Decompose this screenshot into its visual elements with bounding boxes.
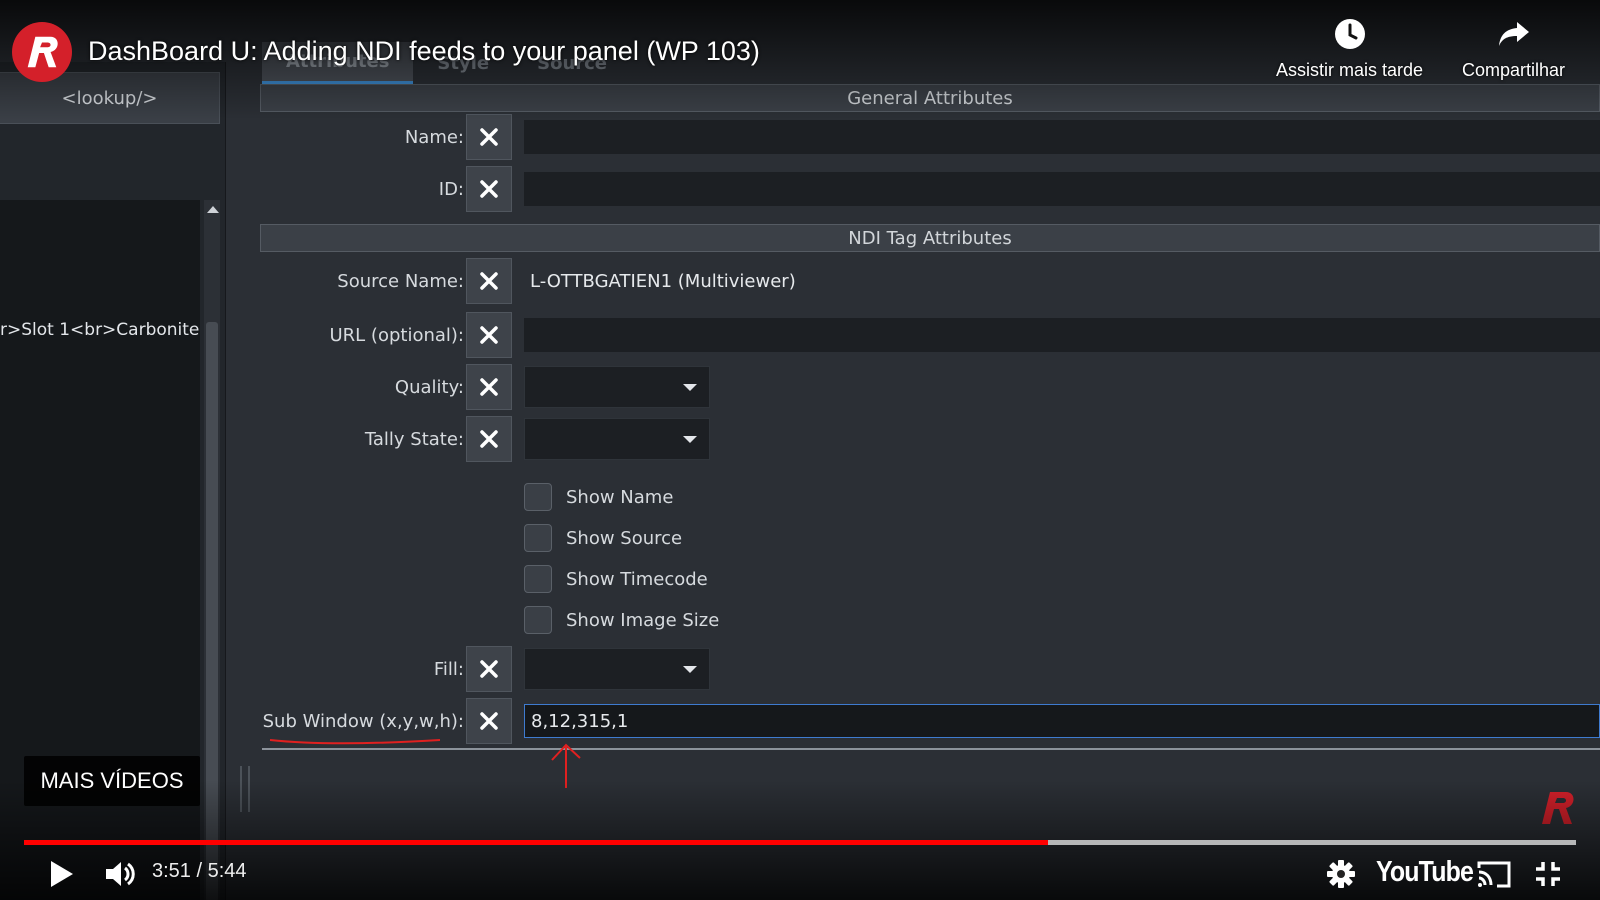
tree-item[interactable]: r>Slot 1<br>Carbonite] bbox=[0, 320, 200, 340]
name-row: Name: bbox=[260, 114, 1600, 160]
clear-source-name-button[interactable] bbox=[466, 258, 512, 304]
watch-later-label: Assistir mais tarde bbox=[1276, 60, 1424, 80]
channel-avatar[interactable] bbox=[12, 22, 72, 82]
more-videos-button[interactable]: MAIS VÍDEOS bbox=[24, 756, 200, 806]
share-label: Compartilhar bbox=[1462, 60, 1566, 80]
chevron-down-icon bbox=[683, 384, 697, 391]
gear-icon bbox=[1327, 860, 1355, 888]
show-source-label: Show Source bbox=[566, 527, 683, 549]
sub-window-field[interactable]: 8,12,315,1 bbox=[524, 704, 1600, 738]
cast-icon bbox=[1477, 861, 1511, 888]
close-icon bbox=[480, 660, 498, 678]
url-row: URL (optional): bbox=[260, 312, 1600, 358]
tally-state-row: Tally State: bbox=[260, 416, 1600, 462]
quality-dropdown[interactable] bbox=[524, 366, 710, 408]
sub-window-row: Sub Window (x,y,w,h): 8,12,315,1 bbox=[260, 698, 1600, 744]
source-name-row: Source Name: L-OTTBGATIEN1 (Multiviewer) bbox=[260, 258, 1600, 304]
close-icon bbox=[480, 180, 498, 198]
show-timecode-checkbox[interactable] bbox=[524, 565, 552, 593]
chevron-down-icon bbox=[683, 666, 697, 673]
video-title[interactable]: DashBoard U: Adding NDI feeds to your pa… bbox=[88, 36, 760, 67]
fill-label: Fill: bbox=[433, 658, 464, 680]
exit-fullscreen-icon bbox=[1536, 862, 1560, 886]
close-icon bbox=[480, 378, 498, 396]
clear-quality-button[interactable] bbox=[466, 364, 512, 410]
clear-sub-window-button[interactable] bbox=[466, 698, 512, 744]
fill-dropdown[interactable] bbox=[524, 648, 710, 690]
play-icon bbox=[51, 861, 73, 887]
close-icon bbox=[480, 712, 498, 730]
exit-fullscreen-button[interactable] bbox=[1530, 854, 1566, 894]
r-logo-icon bbox=[27, 36, 58, 68]
r-logo-watermark bbox=[1542, 792, 1574, 824]
share-arrow-icon bbox=[1498, 22, 1529, 46]
red-arrow-annotation bbox=[551, 743, 581, 788]
quality-row: Quality: bbox=[260, 364, 1600, 410]
played-bar bbox=[24, 840, 1049, 845]
close-icon bbox=[480, 326, 498, 344]
id-row: ID: bbox=[260, 166, 1600, 212]
panel-divider bbox=[262, 748, 1600, 750]
red-underline-annotation bbox=[269, 739, 441, 745]
show-name-label: Show Name bbox=[566, 486, 674, 508]
cast-button[interactable] bbox=[1476, 854, 1512, 894]
ndi-tag-attributes-header: NDI Tag Attributes bbox=[260, 224, 1600, 252]
show-image-size-checkbox[interactable] bbox=[524, 606, 552, 634]
show-timecode-checkbox-row[interactable]: Show Timecode bbox=[524, 564, 708, 594]
time-display: 3:51 / 5:44 bbox=[152, 860, 247, 882]
volume-icon bbox=[106, 862, 135, 886]
close-icon bbox=[480, 272, 498, 290]
quality-label: Quality: bbox=[394, 376, 464, 398]
id-field[interactable] bbox=[524, 172, 1600, 206]
tally-state-label: Tally State: bbox=[364, 428, 464, 450]
clear-tally-state-button[interactable] bbox=[466, 416, 512, 462]
tally-state-dropdown[interactable] bbox=[524, 418, 710, 460]
clear-id-button[interactable] bbox=[466, 166, 512, 212]
clear-url-button[interactable] bbox=[466, 312, 512, 358]
general-attributes-header: General Attributes bbox=[260, 84, 1600, 112]
ndi-editor-app: <lookup/> r>Slot 1<br>Carbonite] Attribu… bbox=[0, 0, 1600, 900]
play-button[interactable] bbox=[42, 854, 82, 894]
share-button[interactable]: Compartilhar bbox=[1462, 18, 1565, 81]
id-label: ID: bbox=[438, 178, 464, 200]
progress-bar[interactable] bbox=[24, 840, 1576, 845]
scrollbar-thumb[interactable] bbox=[206, 322, 218, 900]
youtube-logo[interactable]: YouTube bbox=[1376, 856, 1474, 889]
show-timecode-label: Show Timecode bbox=[566, 568, 708, 590]
name-label: Name: bbox=[404, 126, 464, 148]
show-name-checkbox[interactable] bbox=[524, 483, 552, 511]
url-field[interactable] bbox=[524, 318, 1600, 352]
settings-button[interactable] bbox=[1324, 854, 1358, 894]
pane-splitter-handle[interactable] bbox=[240, 766, 250, 812]
clear-name-button[interactable] bbox=[466, 114, 512, 160]
watch-later-button[interactable]: Assistir mais tarde bbox=[1276, 18, 1423, 81]
mute-button[interactable] bbox=[100, 854, 140, 894]
source-name-label: Source Name: bbox=[337, 270, 464, 292]
left-scrollbar[interactable] bbox=[204, 200, 220, 900]
attributes-panel: General Attributes Name: ID: NDI Tag Att… bbox=[260, 84, 1600, 752]
show-name-checkbox-row[interactable]: Show Name bbox=[524, 482, 673, 512]
name-field[interactable] bbox=[524, 120, 1600, 154]
show-source-checkbox-row[interactable]: Show Source bbox=[524, 523, 682, 553]
close-icon bbox=[480, 430, 498, 448]
clear-fill-button[interactable] bbox=[466, 646, 512, 692]
show-image-size-label: Show Image Size bbox=[566, 609, 720, 631]
fill-row: Fill: bbox=[260, 646, 1600, 692]
show-source-checkbox[interactable] bbox=[524, 524, 552, 552]
scroll-up-arrow-icon[interactable] bbox=[207, 206, 219, 213]
show-image-size-checkbox-row[interactable]: Show Image Size bbox=[524, 605, 719, 635]
close-icon bbox=[480, 128, 498, 146]
source-name-field[interactable]: L-OTTBGATIEN1 (Multiviewer) bbox=[524, 264, 1600, 298]
url-label: URL (optional): bbox=[329, 324, 465, 346]
clock-icon bbox=[1334, 19, 1365, 49]
chevron-down-icon bbox=[683, 436, 697, 443]
